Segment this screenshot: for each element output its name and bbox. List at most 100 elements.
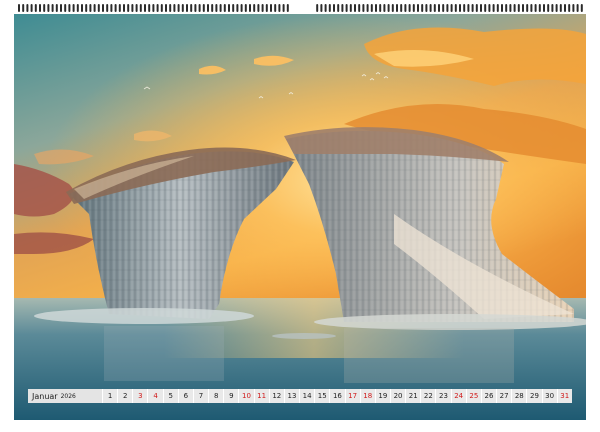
binding-ring <box>18 4 20 12</box>
binding-ring <box>139 4 142 12</box>
binding-ring <box>345 4 348 12</box>
binding-ring <box>76 4 79 12</box>
binding-ring <box>509 4 512 12</box>
day-cell: 27 <box>496 389 512 403</box>
binding-ring <box>471 4 474 12</box>
binding-ring <box>72 4 75 12</box>
binding-ring <box>324 4 327 12</box>
spiral-binding <box>18 0 583 12</box>
day-cell: 31 <box>556 389 572 403</box>
binding-ring <box>396 4 398 12</box>
binding-ring <box>265 4 268 12</box>
day-cell: 23 <box>435 389 451 403</box>
binding-ring <box>547 4 550 12</box>
day-cell: 14 <box>299 389 315 403</box>
day-cell: 18 <box>359 389 375 403</box>
binding-ring <box>320 4 323 12</box>
binding-ring <box>568 4 571 12</box>
binding-ring <box>333 4 335 12</box>
binding-ring <box>89 4 92 12</box>
binding-ring <box>370 4 373 12</box>
binding-ring <box>492 4 495 12</box>
binding-ring <box>30 4 33 12</box>
binding-ring <box>341 4 344 12</box>
day-cell: 5 <box>162 389 178 403</box>
binding-ring <box>366 4 369 12</box>
binding-ring <box>530 4 533 12</box>
binding-ring <box>43 4 46 12</box>
binding-ring <box>169 4 172 12</box>
binding-ring <box>249 4 251 12</box>
binding-ring <box>22 4 25 12</box>
binding-ring <box>375 4 377 12</box>
binding-ring <box>123 4 125 12</box>
binding-ring <box>362 4 365 12</box>
day-cell: 2 <box>117 389 133 403</box>
binding-ring <box>152 4 155 12</box>
binding-ring <box>127 4 130 12</box>
binding-ring <box>282 4 285 12</box>
binding-ring <box>543 4 545 12</box>
binding-ring <box>467 4 470 12</box>
binding-ring <box>522 4 524 12</box>
binding-ring <box>232 4 235 12</box>
binding-ring <box>131 4 134 12</box>
binding-ring <box>551 4 554 12</box>
day-cell: 19 <box>374 389 390 403</box>
day-cell: 20 <box>389 389 406 403</box>
binding-ring <box>328 4 331 12</box>
binding-ring <box>425 4 428 12</box>
binding-ring <box>454 4 457 12</box>
binding-ring <box>60 4 62 12</box>
binding-ring <box>526 4 529 12</box>
month-year: 2026 <box>60 392 76 400</box>
binding-ring <box>379 4 382 12</box>
binding-ring <box>358 4 361 12</box>
binding-ring <box>47 4 50 12</box>
day-cell: 24 <box>450 389 466 403</box>
day-cell: 13 <box>283 389 300 403</box>
day-cell: 11 <box>253 389 269 403</box>
binding-ring <box>207 4 209 12</box>
binding-ring <box>118 4 121 12</box>
binding-ring <box>391 4 394 12</box>
binding-ring <box>463 4 466 12</box>
binding-ring <box>194 4 197 12</box>
day-cell: 1 <box>102 389 118 403</box>
binding-ring <box>383 4 386 12</box>
binding-ring <box>64 4 67 12</box>
binding-ring <box>228 4 230 12</box>
calendar-photo <box>14 14 586 420</box>
day-cell: 22 <box>420 389 436 403</box>
binding-ring <box>400 4 403 12</box>
binding-ring <box>450 4 453 12</box>
binding-ring <box>244 4 247 12</box>
day-cell: 17 <box>344 389 360 403</box>
binding-ring <box>34 4 37 12</box>
day-cell: 12 <box>268 389 284 403</box>
binding-ring <box>181 4 184 12</box>
binding-ring <box>39 4 41 12</box>
binding-ring <box>387 4 390 12</box>
binding-ring <box>97 4 100 12</box>
day-cell: 10 <box>238 389 254 403</box>
day-cell: 3 <box>132 389 148 403</box>
binding-ring <box>572 4 575 12</box>
binding-ring <box>513 4 516 12</box>
binding-ring <box>173 4 176 12</box>
binding-ring <box>429 4 432 12</box>
day-cell: 21 <box>405 389 421 403</box>
binding-ring <box>165 4 167 12</box>
binding-ring <box>177 4 180 12</box>
binding-ring <box>257 4 260 12</box>
binding-ring <box>110 4 113 12</box>
day-cell: 8 <box>208 389 224 403</box>
binding-ring <box>81 4 83 12</box>
month-name: Januar <box>32 391 58 401</box>
binding-ring <box>505 4 508 12</box>
binding-ring <box>480 4 482 12</box>
binding-ring <box>93 4 96 12</box>
day-cell: 30 <box>541 389 557 403</box>
month-label: Januar 2026 <box>28 389 102 403</box>
binding-ring <box>55 4 58 12</box>
